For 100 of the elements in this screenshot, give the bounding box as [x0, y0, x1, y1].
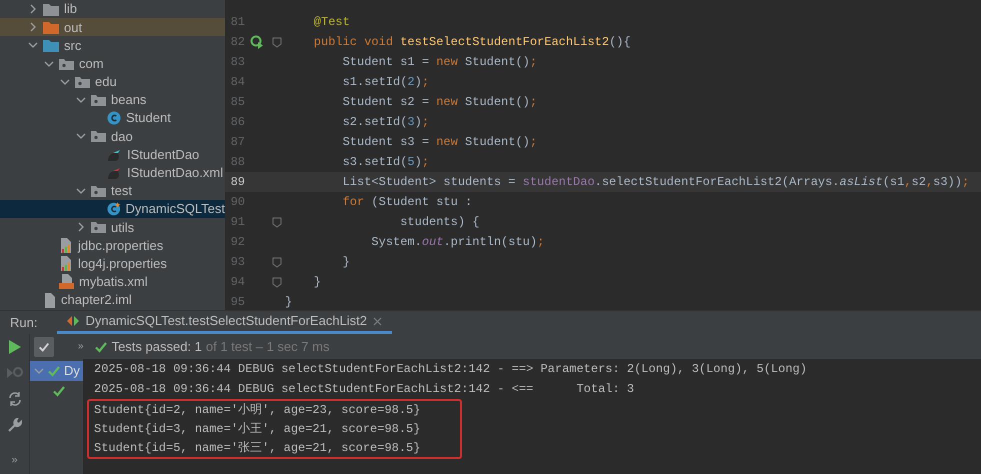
package-icon	[75, 76, 90, 88]
more-tools[interactable]: »	[11, 452, 18, 468]
chevron-icon[interactable]	[76, 95, 86, 106]
run-label: Run:	[10, 314, 38, 332]
line-number: 93	[230, 254, 245, 271]
tree-row[interactable]: dao	[0, 127, 225, 146]
tree-row[interactable]: beans	[0, 90, 225, 110]
fold-icon[interactable]	[272, 216, 282, 228]
package-icon	[91, 130, 106, 142]
folder-icon	[43, 2, 59, 16]
package-icon	[91, 94, 106, 106]
console-line: Student{id=5, name='张三', age=21, score=98.5}	[94, 440, 420, 457]
tree-row[interactable]: lib	[0, 0, 225, 18]
tree-row[interactable]: jdbc.properties	[0, 236, 225, 255]
console-line: 2025-08-18 09:36:44 DEBUG selectStudentForEachList2:142 - ==> Parameters: 2(Long), 3(Long), 5(Long)	[94, 361, 807, 378]
line-number: 89	[230, 174, 245, 191]
test-run-icon	[67, 315, 80, 327]
package-icon	[59, 58, 74, 70]
tree-label: utils	[111, 218, 134, 237]
tree-label: lib	[64, 0, 78, 18]
code-line: Student s1 = new Student();	[342, 54, 538, 71]
check-icon	[47, 364, 61, 378]
tree-label: jdbc.properties	[78, 236, 164, 255]
console-line: Student{id=3, name='小王', age=21, score=98.5}	[94, 421, 420, 438]
play-icon[interactable]	[8, 340, 21, 354]
code-line: }	[342, 254, 350, 271]
tree-row[interactable]: utils	[0, 218, 225, 236]
tree-row[interactable]: IStudentDao.xml	[0, 164, 225, 182]
line-number: 91	[230, 214, 245, 231]
wrench-icon[interactable]	[8, 418, 22, 432]
check-icon	[52, 384, 66, 398]
code-line: s1.setId(2);	[342, 74, 430, 91]
line-number: 92	[230, 234, 245, 251]
tree-row[interactable]: com	[0, 54, 225, 73]
chevron-icon[interactable]	[28, 22, 38, 32]
line-number: 90	[230, 194, 245, 211]
line-number: 95	[230, 294, 245, 310]
show-passed-toggle[interactable]	[34, 336, 54, 356]
code-line: Student s2 = new Student();	[342, 94, 538, 111]
console-line: 2025-08-18 09:36:44 DEBUG selectStudentForEachList2:142 - <== Total: 3	[94, 381, 634, 398]
chevron-icon[interactable]	[28, 40, 38, 50]
tick-icon	[38, 340, 50, 352]
xml-file-icon	[59, 274, 74, 290]
tree-label: com	[79, 54, 104, 73]
line-number: 88	[230, 154, 245, 171]
class-icon	[107, 202, 121, 216]
tests-passed-status: Tests passed: 1	[112, 338, 202, 356]
line-number: 94	[230, 274, 245, 291]
properties-file-icon	[59, 256, 73, 272]
tree-row[interactable]: Student	[0, 109, 225, 128]
code-line: public void testSelectStudentForEachList2(){	[312, 34, 631, 51]
line-number: 86	[230, 114, 245, 131]
code-line: s2.setId(3);	[342, 114, 430, 131]
code-line: System.out.println(stu);	[370, 234, 544, 251]
tree-label: beans	[111, 91, 146, 110]
tree-label: test	[111, 182, 132, 200]
tree-row[interactable]: edu	[0, 72, 225, 91]
chevron-icon[interactable]	[44, 58, 54, 69]
package-icon	[91, 221, 106, 234]
chevron-icon[interactable]	[76, 186, 86, 196]
tree-row[interactable]: chapter2.iml	[0, 291, 225, 310]
line-number: 81	[230, 14, 245, 31]
chevron-icon[interactable]	[76, 222, 86, 232]
code-line: for (Student stu :	[342, 194, 472, 211]
code-line: List<Student> students = studentDao.selectStudentForEachList2(Arrays.asList(s1,s2,s3));	[342, 174, 970, 191]
tree-label: chapter2.iml	[61, 291, 132, 310]
tree-label: dao	[111, 128, 133, 146]
more-button[interactable]: »	[78, 339, 84, 354]
fold-icon[interactable]	[272, 276, 282, 288]
check-icon	[94, 340, 108, 354]
fold-icon[interactable]	[272, 256, 282, 268]
tree-row[interactable]: test	[0, 182, 225, 200]
line-number: 84	[230, 74, 245, 91]
tree-row[interactable]: DynamicSQLTest	[0, 200, 225, 218]
tree-label: mybatis.xml	[79, 273, 148, 292]
close-icon[interactable]	[373, 316, 382, 326]
bird-icon	[107, 148, 122, 162]
tree-label: edu	[95, 73, 117, 92]
test-tree-row[interactable]: Dy	[30, 361, 83, 381]
tree-row[interactable]: mybatis.xml	[0, 272, 225, 291]
tree-row[interactable]: log4j.properties	[0, 254, 225, 273]
line-number: 85	[230, 94, 245, 111]
properties-file-icon	[59, 238, 73, 254]
run-gutter-icon[interactable]	[250, 35, 264, 49]
tree-row[interactable]: out	[0, 18, 225, 36]
chevron-icon[interactable]	[60, 76, 70, 87]
package-icon	[91, 184, 106, 197]
chevron-icon[interactable]	[76, 131, 86, 142]
tree-label: out	[64, 18, 82, 37]
chevron-icon[interactable]	[28, 4, 38, 14]
folder-icon	[43, 38, 59, 52]
tree-row[interactable]: src	[0, 36, 225, 55]
code-line: Student s3 = new Student();	[342, 134, 538, 151]
bird-icon	[107, 166, 122, 180]
tree-row[interactable]: IStudentDao	[0, 146, 225, 164]
tree-label: IStudentDao	[127, 146, 200, 164]
fold-icon[interactable]	[272, 36, 282, 48]
line-number: 83	[230, 54, 245, 71]
refresh-icon[interactable]	[8, 392, 22, 406]
line-number: 87	[230, 134, 245, 151]
